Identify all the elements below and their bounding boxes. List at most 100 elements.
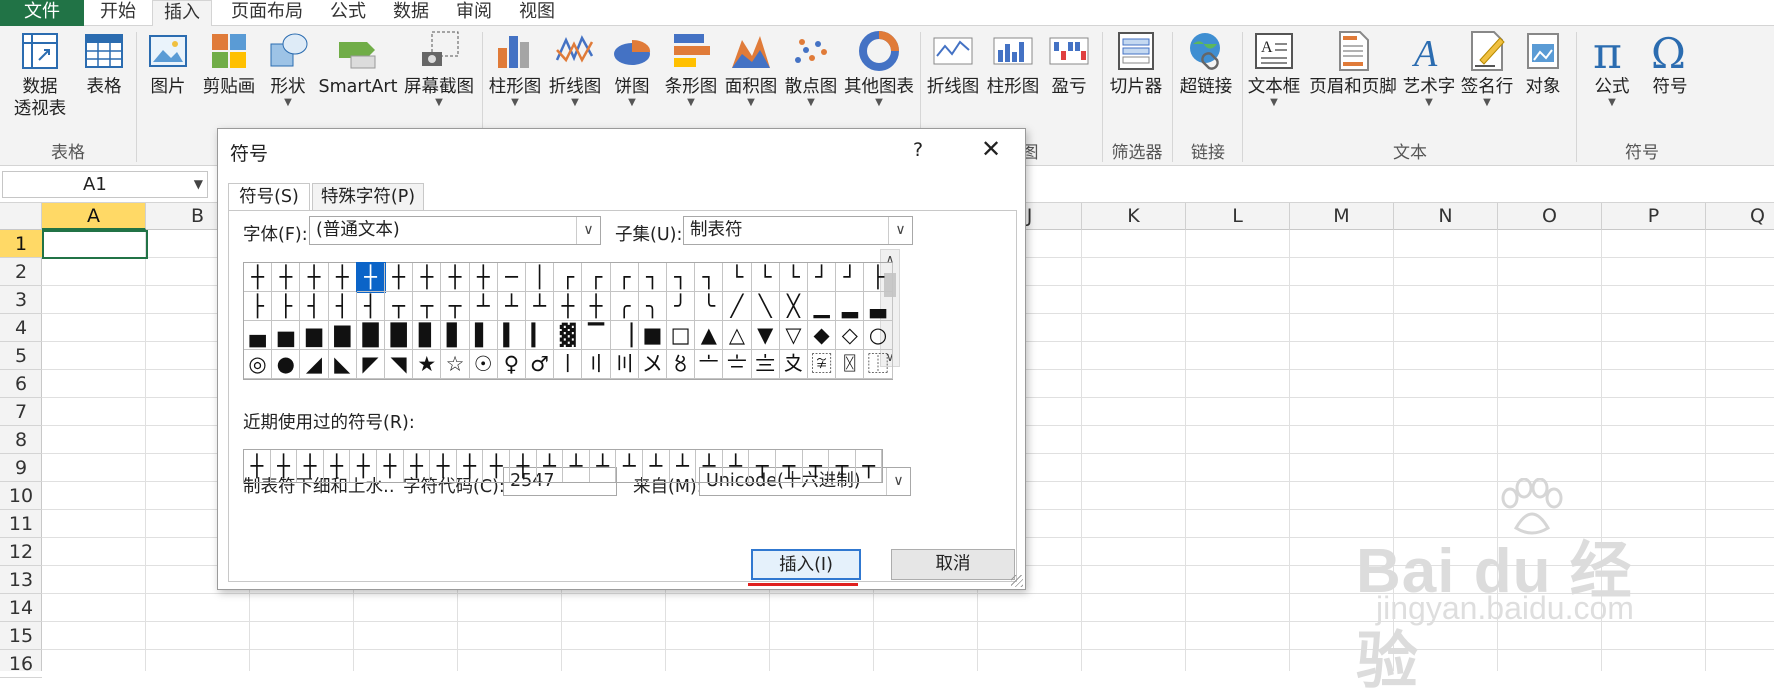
subset-select[interactable]: 制表符 ∨ bbox=[683, 216, 913, 245]
symbol-cell[interactable]: ┼ bbox=[554, 292, 583, 321]
symbol-cell[interactable]: 〩 bbox=[779, 350, 808, 379]
row-header-5[interactable]: 5 bbox=[0, 342, 42, 370]
wordart-button[interactable]: A 艺术字 ▼ bbox=[1402, 30, 1456, 108]
symbol-cell[interactable]: ─ bbox=[497, 263, 526, 292]
symbol-cell[interactable]: ╮ bbox=[638, 292, 667, 321]
equation-button[interactable]: π 公式 ▼ bbox=[1584, 30, 1640, 108]
font-select[interactable]: (普通文本) ∨ bbox=[309, 216, 601, 245]
symbol-cell[interactable]: ├ bbox=[244, 292, 273, 321]
symbol-cell[interactable]: ◢ bbox=[300, 350, 329, 379]
symbol-cell[interactable]: │ bbox=[526, 263, 555, 292]
symbol-cell[interactable]: ┼ bbox=[441, 263, 470, 292]
symbol-cell[interactable]: ┤ bbox=[300, 292, 329, 321]
column-header-n[interactable]: N bbox=[1394, 203, 1498, 230]
symbol-cell[interactable]: █ bbox=[356, 321, 385, 350]
recent-symbol[interactable]: ┴ bbox=[563, 450, 590, 482]
recent-symbol[interactable]: ┴ bbox=[723, 450, 750, 482]
symbol-cell[interactable]: ┼ bbox=[328, 263, 357, 292]
row-header-2[interactable]: 2 bbox=[0, 258, 42, 286]
symbol-cell[interactable]: ▂ bbox=[836, 292, 865, 321]
recent-symbol[interactable]: ┼ bbox=[404, 450, 431, 482]
symbol-cell[interactable]: ▆ bbox=[300, 321, 329, 350]
symbol-cell[interactable]: ├ bbox=[864, 263, 893, 292]
symbol-cell[interactable]: ◎ bbox=[244, 350, 273, 379]
symbol-cell[interactable]: ╱ bbox=[723, 292, 752, 321]
resize-grip-icon[interactable] bbox=[1011, 575, 1023, 587]
symbol-cell[interactable]: ▔ bbox=[582, 321, 611, 350]
other-charts-button[interactable]: 其他图表 ▼ bbox=[842, 30, 916, 108]
symbol-cell[interactable]: ┼ bbox=[413, 263, 442, 292]
recent-symbol[interactable]: ┼ bbox=[510, 450, 537, 482]
symbol-cell[interactable]: █ bbox=[385, 321, 414, 350]
symbol-cell[interactable]: ☆ bbox=[441, 350, 470, 379]
symbol-cell[interactable]: 〥 bbox=[667, 350, 696, 379]
symbol-cell[interactable]: ▋ bbox=[441, 321, 470, 350]
tab-review[interactable]: 审阅 bbox=[448, 0, 500, 26]
symbol-cell[interactable]: ┼ bbox=[272, 263, 301, 292]
recent-symbol[interactable]: ┴ bbox=[537, 450, 564, 482]
symbol-cell[interactable]: ┴ bbox=[469, 292, 498, 321]
symbol-cell[interactable]: ┴ bbox=[497, 292, 526, 321]
tab-page-layout[interactable]: 页面布局 bbox=[222, 0, 312, 26]
textbox-button[interactable]: A 文本框 ▼ bbox=[1244, 30, 1304, 108]
header-footer-button[interactable]: 页眉和页脚 bbox=[1306, 30, 1400, 98]
symbol-cell[interactable]: ┬ bbox=[441, 292, 470, 321]
symbol-cell[interactable]: ┬ bbox=[413, 292, 442, 321]
recent-symbol[interactable]: ┼ bbox=[430, 450, 457, 482]
symbol-cell[interactable]: ▁ bbox=[808, 292, 837, 321]
symbol-cell[interactable]: ◥ bbox=[385, 350, 414, 379]
select-all-corner[interactable] bbox=[0, 203, 42, 230]
row-header-10[interactable]: 10 bbox=[0, 482, 42, 510]
symbol-cell[interactable]: ┘ bbox=[836, 263, 865, 292]
symbol-cell[interactable]: ▲ bbox=[695, 321, 724, 350]
column-header-p[interactable]: P bbox=[1602, 203, 1706, 230]
chevron-down-icon[interactable]: ▼ bbox=[194, 172, 203, 197]
screenshot-button[interactable]: 屏幕截图 ▼ bbox=[400, 30, 478, 108]
symbol-cell[interactable]: 〡 bbox=[554, 350, 583, 379]
symbol-cell[interactable]: 〨 bbox=[751, 350, 780, 379]
help-button[interactable]: ? bbox=[913, 139, 923, 161]
recent-symbol[interactable]: ┬ bbox=[803, 450, 830, 482]
row-header-14[interactable]: 14 bbox=[0, 594, 42, 622]
symbol-cell[interactable]: ◆ bbox=[808, 321, 837, 350]
row-header-3[interactable]: 3 bbox=[0, 286, 42, 314]
recent-symbol[interactable]: ┴ bbox=[696, 450, 723, 482]
symbol-cell[interactable]: 〢 bbox=[582, 350, 611, 379]
insert-button[interactable]: 插入(I) bbox=[751, 549, 861, 580]
column-header-a[interactable]: A bbox=[42, 203, 146, 230]
symbol-cell[interactable]: ╭ bbox=[610, 292, 639, 321]
close-button[interactable]: ✕ bbox=[976, 135, 1006, 165]
symbol-cell[interactable]: ┐ bbox=[695, 263, 724, 292]
recent-symbol[interactable]: ┼ bbox=[377, 450, 404, 482]
symbol-cell[interactable]: ╳ bbox=[779, 292, 808, 321]
recent-symbol[interactable]: ┴ bbox=[643, 450, 670, 482]
symbol-cell[interactable]: ▽ bbox=[779, 321, 808, 350]
table-button[interactable]: 表格 bbox=[80, 30, 128, 98]
tab-file[interactable]: 文件 bbox=[0, 0, 84, 26]
symbol-cell[interactable]: ┐ bbox=[667, 263, 696, 292]
symbol-cell[interactable]: △ bbox=[723, 321, 752, 350]
hyperlink-button[interactable]: 超链接 bbox=[1176, 30, 1236, 98]
recent-symbol[interactable]: ┬ bbox=[829, 450, 856, 482]
slicer-button[interactable]: 切片器 bbox=[1106, 30, 1166, 98]
symbol-cell[interactable]: ▃ bbox=[864, 292, 893, 321]
row-header-16[interactable]: 16 bbox=[0, 650, 42, 678]
symbol-cell[interactable]: ▕ bbox=[610, 321, 639, 350]
symbol-cell[interactable]: ▅ bbox=[272, 321, 301, 350]
symbol-cell[interactable]: ├ bbox=[272, 292, 301, 321]
symbol-cell[interactable]: └ bbox=[779, 263, 808, 292]
symbol-cell[interactable]: ┘ bbox=[808, 263, 837, 292]
recent-symbol[interactable]: ┬ bbox=[776, 450, 803, 482]
sparkline-line-button[interactable]: 折线图 bbox=[924, 30, 982, 98]
symbol-cell[interactable]: ┼ bbox=[385, 263, 414, 292]
symbol-cell[interactable]: ▄ bbox=[244, 321, 273, 350]
symbol-cell[interactable]: ┌ bbox=[610, 263, 639, 292]
column-header-m[interactable]: M bbox=[1290, 203, 1394, 230]
recent-symbol[interactable]: ┼ bbox=[483, 450, 510, 482]
symbol-cell[interactable]: 〾 bbox=[808, 350, 837, 379]
name-box[interactable]: A1 ▼ bbox=[2, 171, 208, 198]
recent-symbol[interactable]: ┼ bbox=[350, 450, 377, 482]
symbol-cell[interactable]: ▍ bbox=[497, 321, 526, 350]
picture-button[interactable]: 图片 bbox=[146, 30, 190, 98]
row-header-6[interactable]: 6 bbox=[0, 370, 42, 398]
